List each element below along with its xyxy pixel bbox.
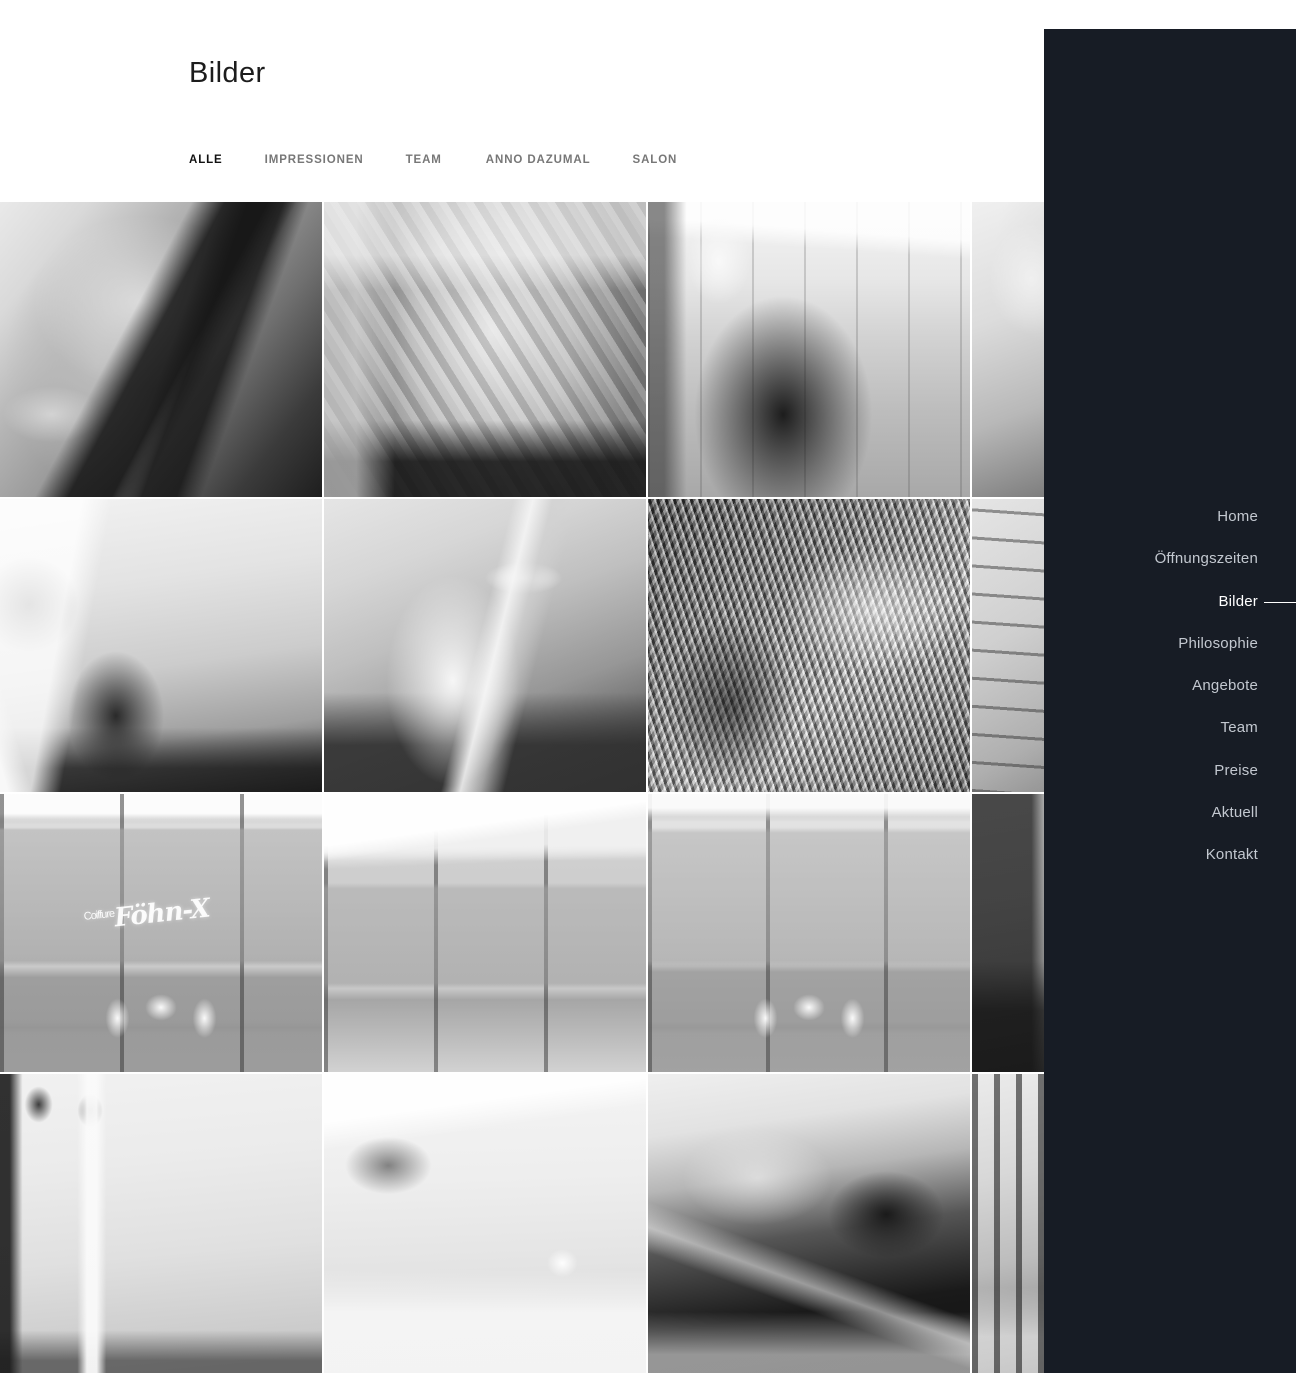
- gallery-image-storefront-1[interactable]: CoiffureFöhn-X: [0, 794, 322, 1072]
- filter-tab-salon[interactable]: SALON: [633, 154, 678, 166]
- photo-surface: [324, 794, 646, 1072]
- gallery-page: Bilder ALLE IMPRESSIONEN TEAM ANNO DAZUM…: [0, 0, 1296, 1373]
- sidebar-item-team[interactable]: Team: [1221, 707, 1258, 749]
- gallery-image-hair-washing[interactable]: [324, 499, 646, 792]
- gallery-image-storefront-2[interactable]: [324, 794, 646, 1072]
- gallery-image-hair-strands[interactable]: [648, 499, 970, 792]
- gallery-image-wash-basins[interactable]: [648, 1074, 970, 1373]
- filter-tab-anno-dazumal[interactable]: ANNO DAZUMAL: [486, 154, 591, 166]
- gallery-image-stylist-cape[interactable]: [648, 202, 970, 497]
- storefront-logo-caption: Coiffure: [82, 907, 115, 923]
- gallery-image-barber-shaving[interactable]: [0, 202, 322, 497]
- storefront-bistro-set: [96, 974, 226, 1047]
- sidebar-item-philosophie[interactable]: Philosophie: [1178, 623, 1258, 665]
- gallery-image-counter-figurines[interactable]: [324, 1074, 646, 1373]
- gallery-image-reception-desk[interactable]: [0, 1074, 322, 1373]
- sidebar-item-aktuell[interactable]: Aktuell: [1212, 792, 1258, 834]
- sidebar-item-bilder[interactable]: Bilder: [1218, 581, 1296, 623]
- gallery-image-braided-hair[interactable]: [324, 202, 646, 497]
- photo-surface: [648, 1074, 970, 1373]
- filter-tab-team[interactable]: TEAM: [406, 154, 442, 166]
- photo-surface: [648, 499, 970, 792]
- photo-surface: [648, 202, 970, 497]
- photo-surface: [324, 1074, 646, 1373]
- sidebar-item-preise[interactable]: Preise: [1214, 750, 1258, 792]
- sidebar-nav: Home Öffnungszeiten Bilder Philosophie A…: [1155, 496, 1296, 877]
- filter-tab-impressionen[interactable]: IMPRESSIONEN: [265, 154, 364, 166]
- storefront-bistro-set: [744, 974, 874, 1047]
- photo-surface: [0, 1074, 322, 1373]
- sidebar: Home Öffnungszeiten Bilder Philosophie A…: [1044, 29, 1296, 1373]
- gallery-image-storefront-3[interactable]: [648, 794, 970, 1072]
- gallery-filter-nav: ALLE IMPRESSIONEN TEAM ANNO DAZUMAL SALO…: [189, 154, 677, 166]
- page-title: Bilder: [189, 57, 266, 89]
- photo-surface: [324, 202, 646, 497]
- photo-surface: [0, 499, 322, 792]
- gallery-image-salon-mirror[interactable]: [0, 499, 322, 792]
- sidebar-item-home[interactable]: Home: [1217, 496, 1258, 538]
- sidebar-item-oeffnungszeiten[interactable]: Öffnungszeiten: [1155, 538, 1258, 580]
- photo-surface: [324, 499, 646, 792]
- sidebar-item-kontakt[interactable]: Kontakt: [1206, 834, 1258, 876]
- page-header: Bilder ALLE IMPRESSIONEN TEAM ANNO DAZUM…: [0, 0, 1044, 202]
- sidebar-item-angebote[interactable]: Angebote: [1192, 665, 1258, 707]
- filter-tab-alle[interactable]: ALLE: [189, 154, 223, 166]
- photo-surface: [0, 202, 322, 497]
